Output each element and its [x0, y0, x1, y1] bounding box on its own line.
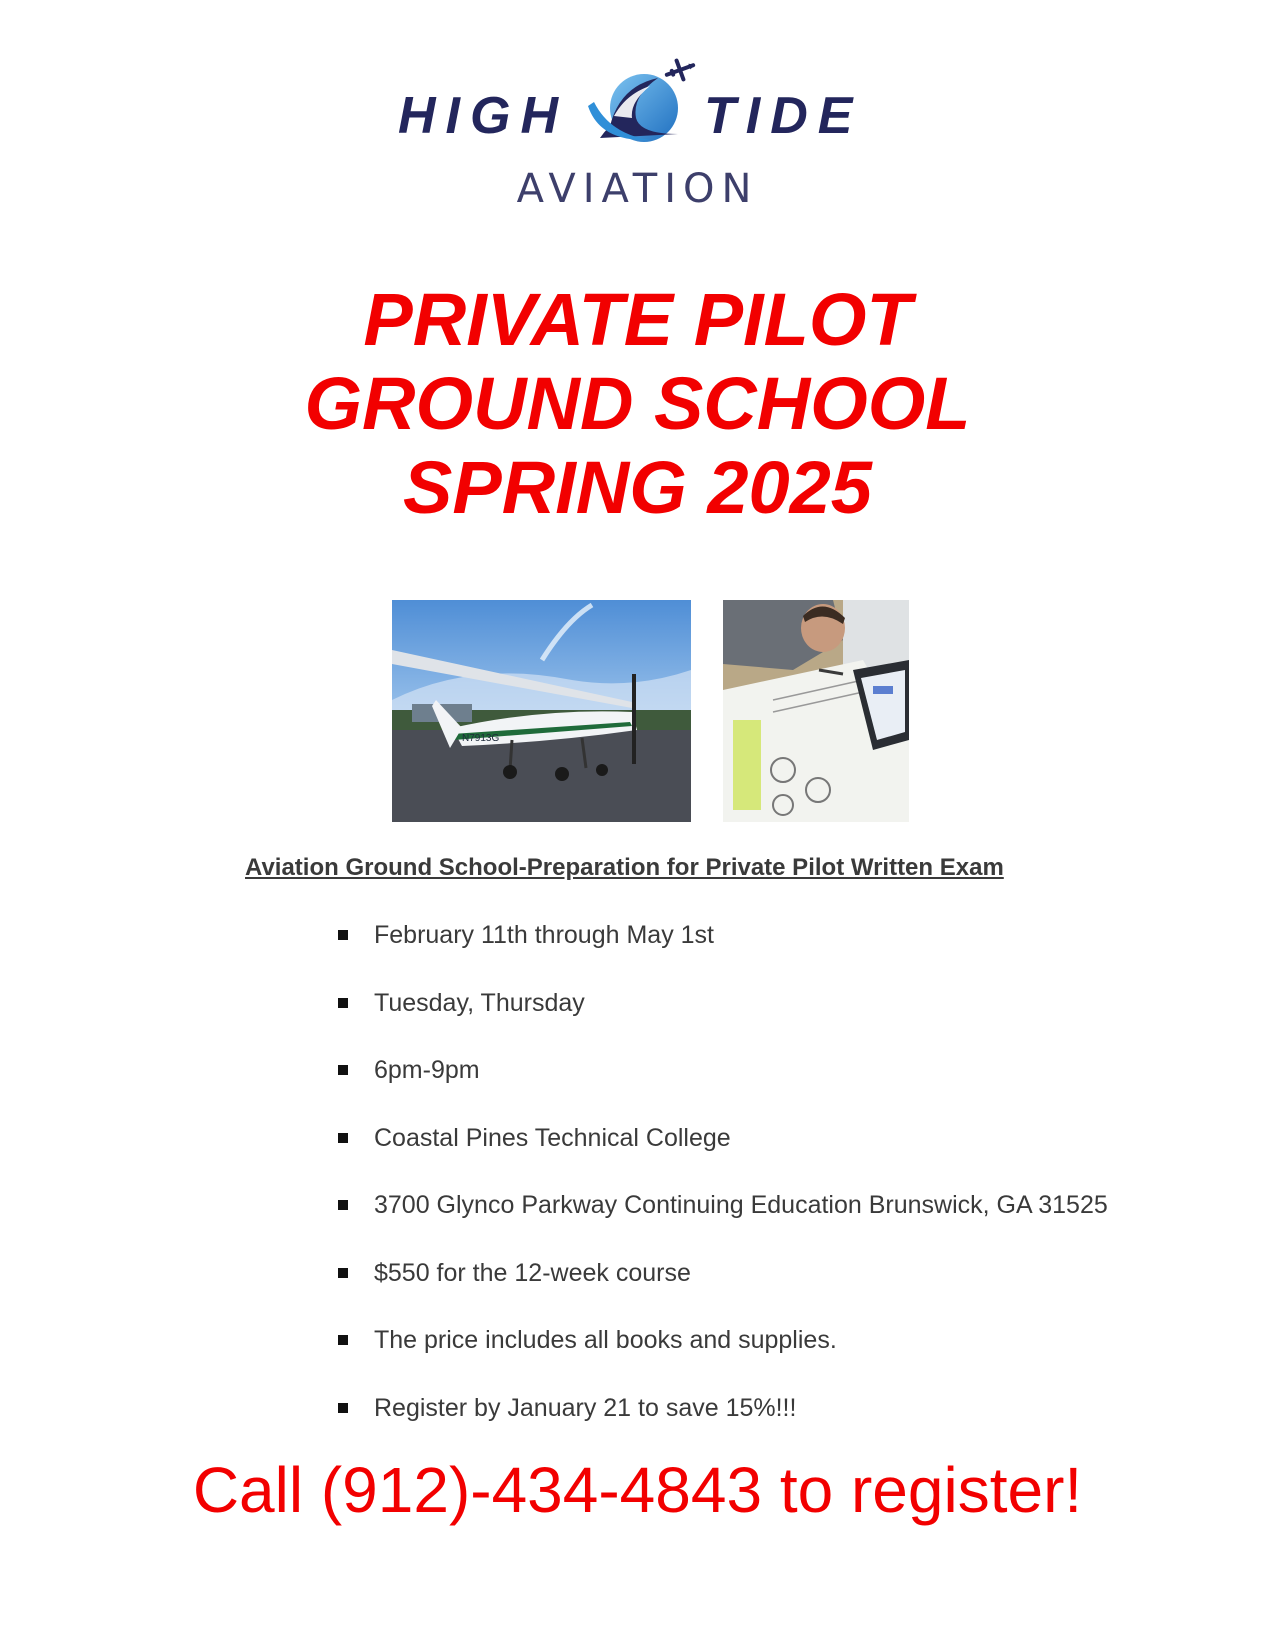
detail-text: 6pm-9pm	[374, 1056, 480, 1084]
detail-text: February 11th through May 1st	[374, 921, 714, 949]
detail-text: $550 for the 12-week course	[374, 1258, 691, 1287]
detail-text: The price includes all books and supplie…	[374, 1326, 837, 1354]
logo-word-high: HIGH	[398, 87, 568, 145]
detail-inclusions: The price includes all books and supplie…	[336, 1323, 1108, 1391]
detail-dates: February 11th through May 1st	[336, 918, 1108, 986]
student-studying-photo	[723, 600, 909, 822]
flyer-title: PRIVATE PILOT GROUND SCHOOL SPRING 2025	[0, 278, 1275, 530]
detail-days: Tuesday, Thursday	[336, 986, 1108, 1054]
detail-location: Coastal Pines Technical College	[336, 1121, 1108, 1189]
square-bullet-icon	[338, 1335, 348, 1345]
square-bullet-icon	[338, 930, 348, 940]
detail-text: Tuesday, Thursday	[374, 988, 585, 1017]
detail-early-registration: Register by January 21 to save 15%!!!	[336, 1391, 1108, 1459]
detail-time: 6pm-9pm	[336, 1053, 1108, 1121]
detail-text: Coastal Pines Technical College	[374, 1123, 731, 1152]
call-to-register: Call (912)-434-4843 to register!	[192, 1454, 1083, 1526]
course-details-list: February 11th through May 1st Tuesday, T…	[336, 918, 1108, 1458]
logo-word-tide: TIDE	[704, 87, 863, 145]
logo: HIGH TIDE AVIATION	[0, 50, 1275, 220]
wave-airplane-icon	[588, 58, 696, 142]
aircraft-registration: N7913G	[462, 733, 499, 744]
airplane-photo: N7913G	[392, 600, 691, 822]
title-line-2: GROUND SCHOOL	[304, 362, 971, 445]
square-bullet-icon	[338, 1267, 348, 1278]
square-bullet-icon	[338, 1402, 348, 1413]
square-bullet-icon	[338, 997, 348, 1008]
course-heading: Aviation Ground School-Preparation for P…	[245, 854, 1004, 881]
title-line-3: SPRING 2025	[403, 446, 872, 529]
logo-subtitle: AVIATION	[516, 166, 759, 212]
title-line-1: PRIVATE PILOT	[363, 278, 912, 361]
square-bullet-icon	[338, 1200, 348, 1210]
square-bullet-icon	[338, 1065, 348, 1075]
detail-price: $550 for the 12-week course	[336, 1256, 1108, 1324]
square-bullet-icon	[338, 1132, 348, 1143]
detail-text: Register by January 21 to save 15%!!!	[374, 1393, 797, 1422]
detail-text: 3700 Glynco Parkway Continuing Education…	[374, 1191, 1108, 1219]
detail-address: 3700 Glynco Parkway Continuing Education…	[336, 1188, 1108, 1256]
